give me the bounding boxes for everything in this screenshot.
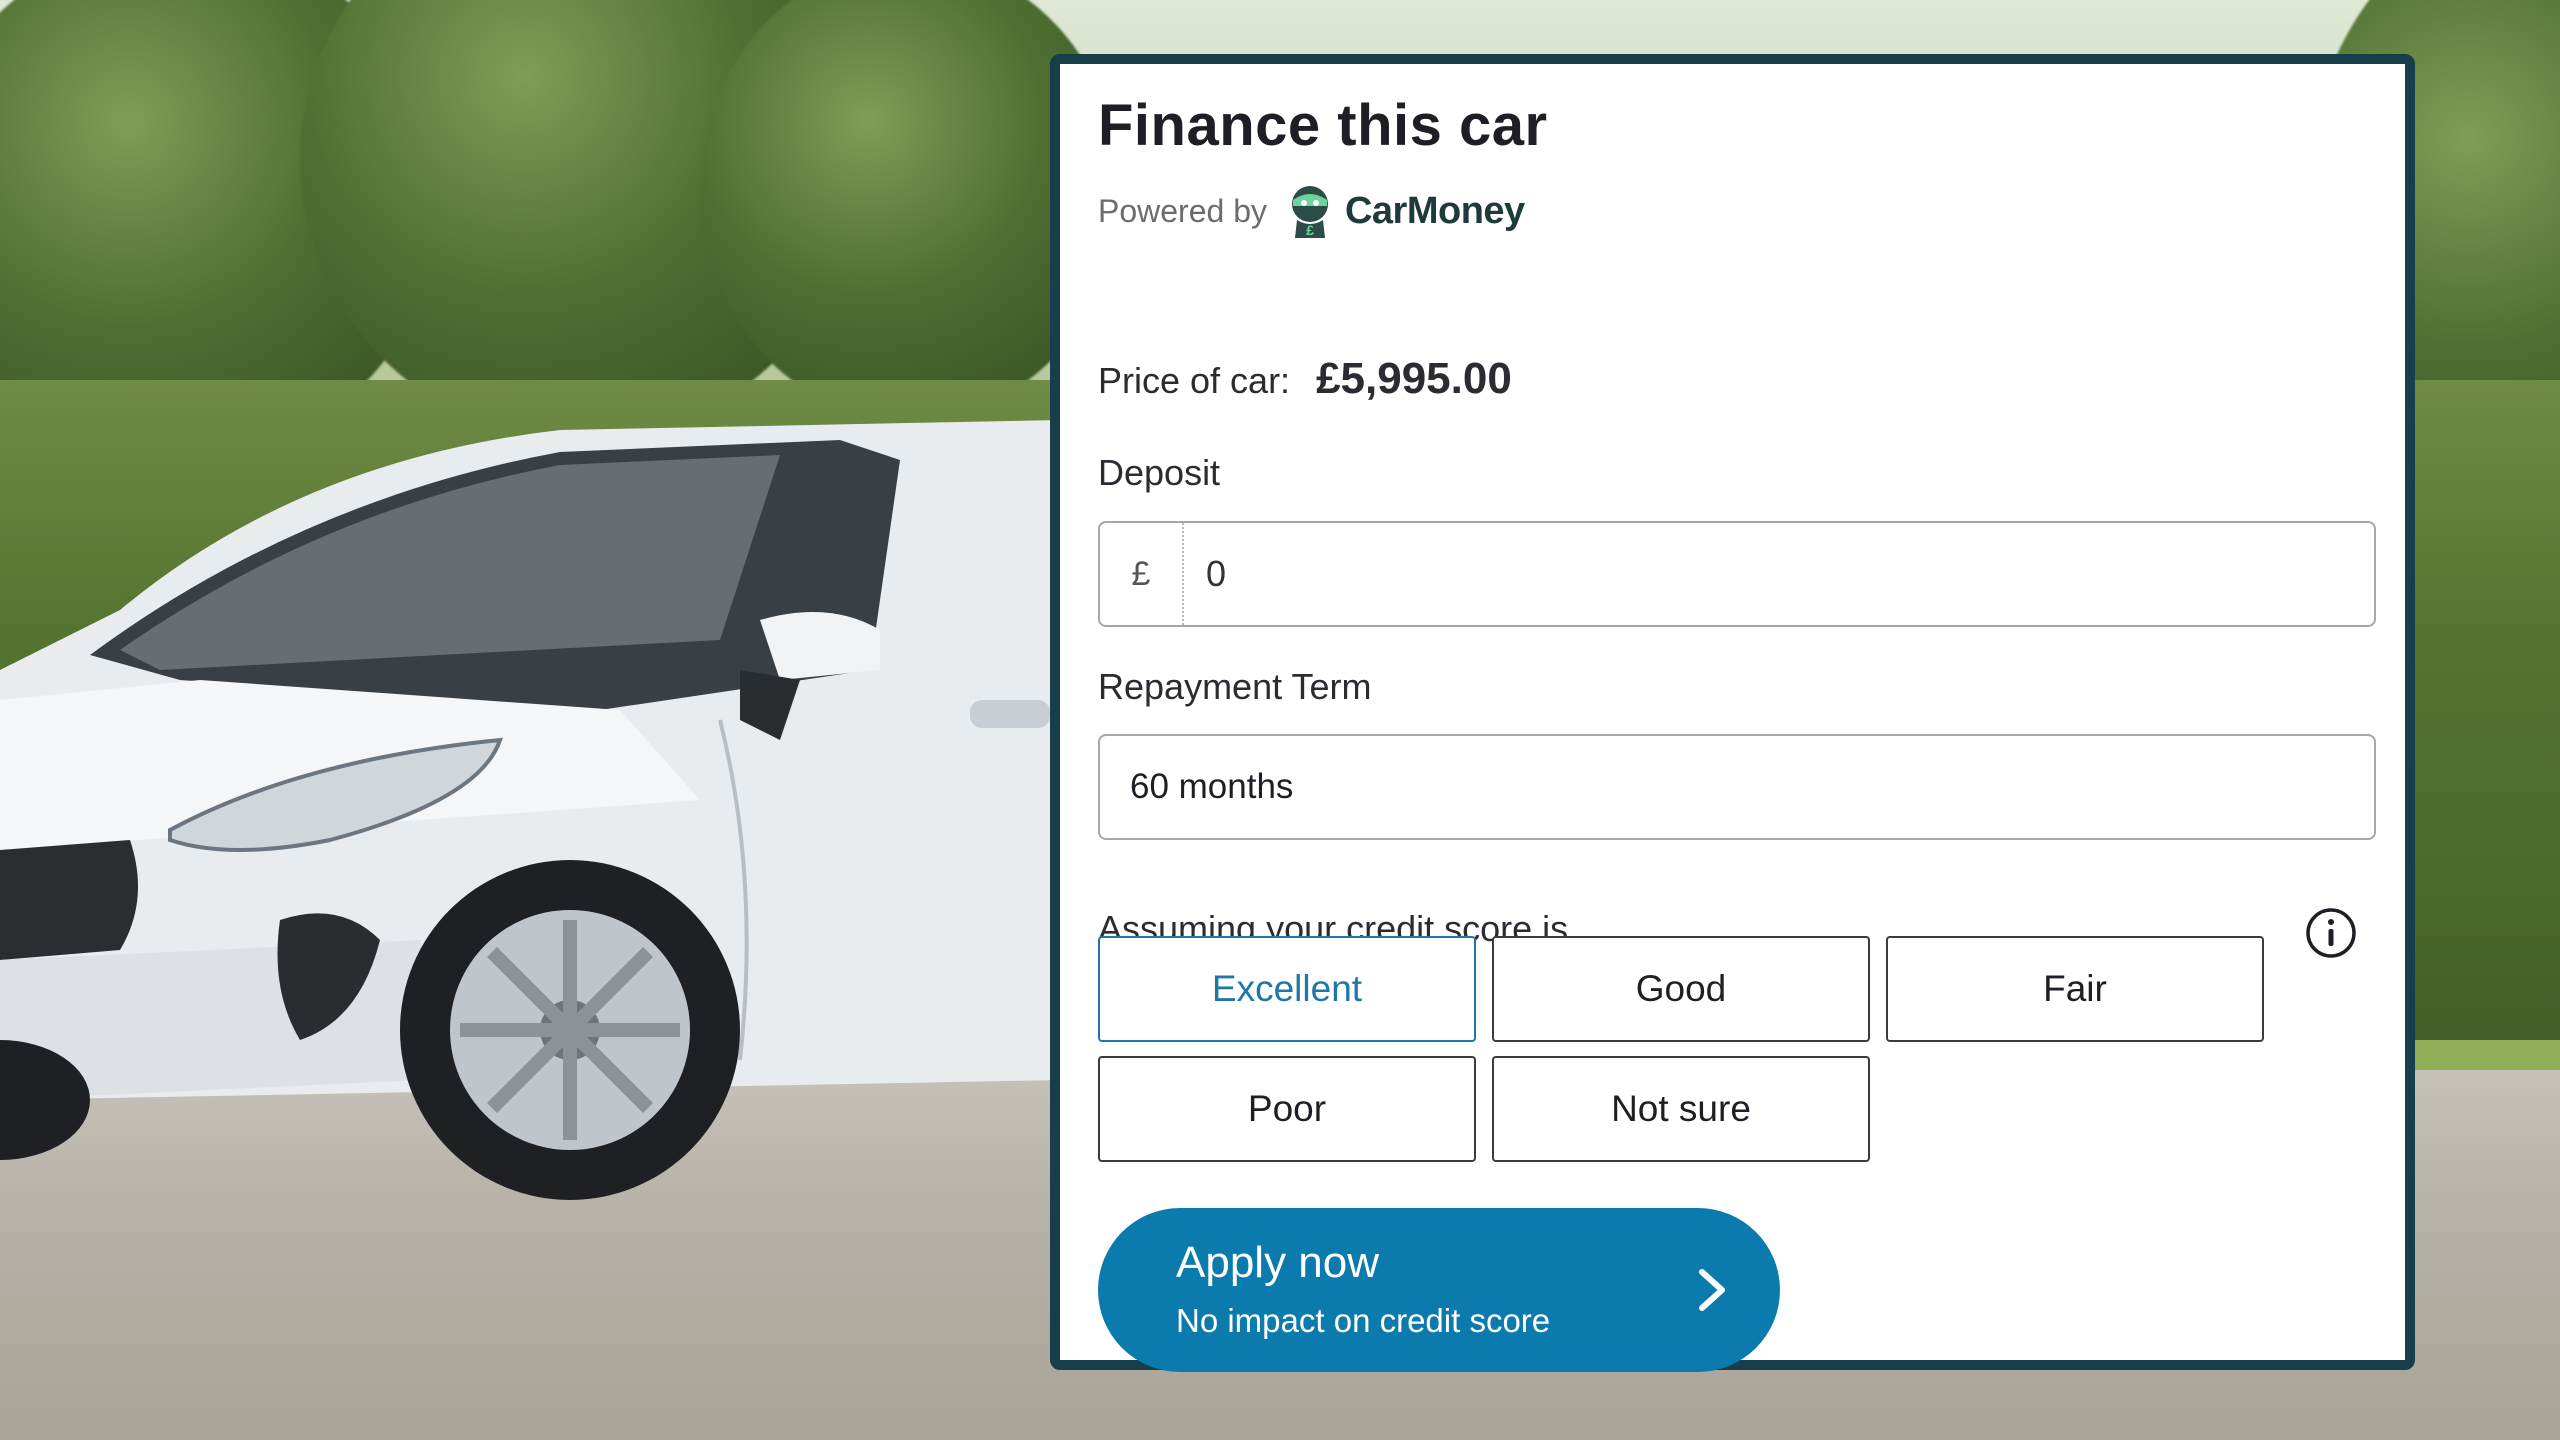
apply-now-title: Apply now xyxy=(1176,1238,1380,1287)
credit-option-not-sure[interactable]: Not sure xyxy=(1492,1056,1870,1162)
price-value: £5,995.00 xyxy=(1316,354,1512,403)
currency-prefix: £ xyxy=(1100,523,1184,625)
deposit-value[interactable]: 0 xyxy=(1184,553,1226,595)
chevron-right-icon xyxy=(1699,1269,1725,1311)
powered-by: Powered by £ CarMoney xyxy=(1098,182,1525,240)
finance-card: Finance this car Powered by £ CarMoney P… xyxy=(1050,54,2415,1372)
car-image xyxy=(0,420,1060,1200)
credit-option-excellent[interactable]: Excellent xyxy=(1098,936,1476,1042)
brand-name: CarMoney xyxy=(1344,189,1525,232)
repayment-term-select[interactable]: 60 months xyxy=(1098,734,2376,840)
apply-now-subtitle: No impact on credit score xyxy=(1176,1302,1551,1339)
powered-by-text: Powered by xyxy=(1098,192,1267,229)
deposit-label: Deposit xyxy=(1098,452,1221,493)
credit-option-good[interactable]: Good xyxy=(1492,936,1870,1042)
card-title: Finance this car xyxy=(1098,93,1548,158)
repayment-term-label: Repayment Term xyxy=(1098,666,1372,707)
price-label: Price of car: xyxy=(1098,360,1291,401)
apply-now-button[interactable]: Apply now No impact on credit score xyxy=(1098,1208,1780,1372)
svg-text:£: £ xyxy=(1306,222,1314,238)
info-icon[interactable] xyxy=(2304,906,2358,960)
deposit-input[interactable]: £ 0 xyxy=(1098,521,2376,627)
credit-option-poor[interactable]: Poor xyxy=(1098,1056,1476,1162)
credit-option-fair[interactable]: Fair xyxy=(1886,936,2264,1042)
carmoney-mascot-icon: £ xyxy=(1291,186,1328,238)
price-row: Price of car: £5,995.00 xyxy=(1098,354,1512,404)
carmoney-logo: £ CarMoney xyxy=(1285,182,1525,240)
